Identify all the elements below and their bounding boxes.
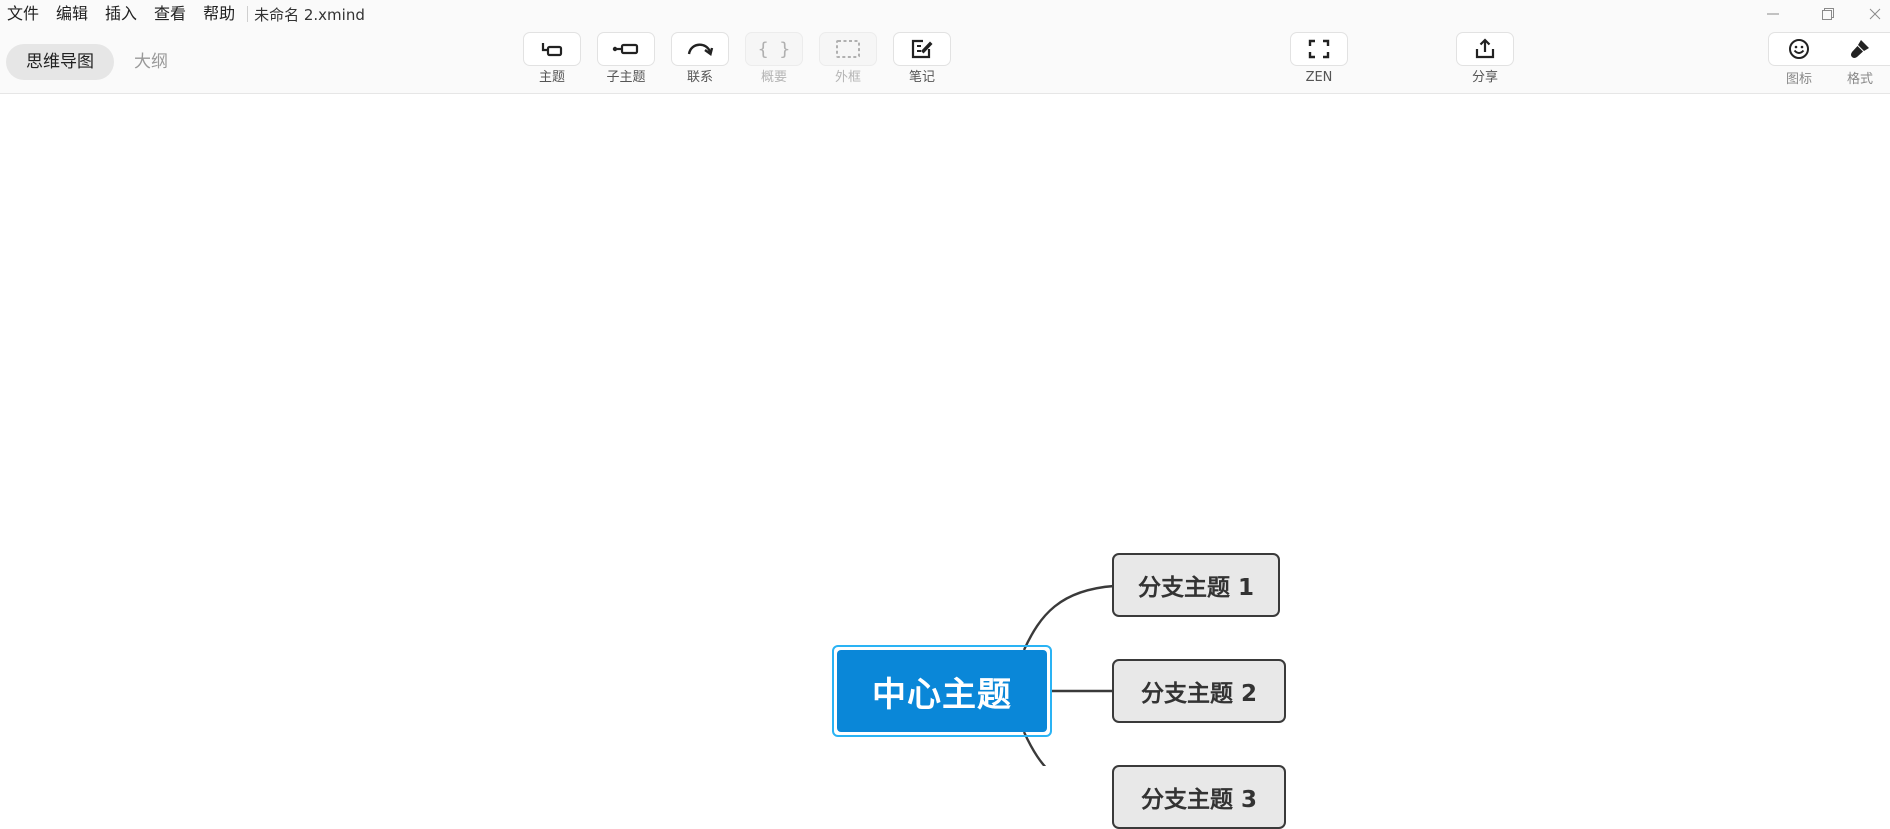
- central-topic-label: 中心主题: [837, 650, 1047, 732]
- relationship-label: 联系: [686, 70, 713, 85]
- icon-panel-label: 图标: [1785, 72, 1812, 87]
- paint-brush-icon: [1850, 40, 1869, 58]
- note-button[interactable]: [893, 32, 951, 66]
- share-label: 分享: [1471, 70, 1498, 85]
- close-icon: [1869, 8, 1881, 20]
- subtopic-label: 子主题: [606, 70, 646, 85]
- note-label: 笔记: [908, 70, 935, 85]
- share-button[interactable]: [1456, 32, 1514, 66]
- mindmap-canvas[interactable]: 中心主题 分支主题 1 分支主题 2 分支主题 3: [0, 95, 1890, 829]
- smiley-icon: [1789, 39, 1809, 59]
- boundary-icon: [836, 40, 860, 58]
- subtopic-icon: [612, 43, 639, 55]
- format-panel-button[interactable]: [1829, 32, 1890, 66]
- topic-tool[interactable]: 主题: [522, 32, 582, 86]
- zen-button[interactable]: [1290, 32, 1348, 66]
- close-window-button[interactable]: [1860, 0, 1890, 28]
- boundary-tool[interactable]: 外框: [818, 32, 878, 86]
- menu-divider: [247, 6, 249, 22]
- branch-topic-1[interactable]: 分支主题 1: [1112, 553, 1280, 617]
- connector-branch-1: [1022, 584, 1115, 651]
- menu-view[interactable]: 查看: [147, 0, 196, 28]
- tab-outline[interactable]: 大纲: [114, 44, 188, 80]
- tab-mindmap[interactable]: 思维导图: [6, 44, 114, 80]
- topic-label: 主题: [538, 70, 565, 85]
- summary-label: 概要: [760, 70, 787, 85]
- branch-topic-3[interactable]: 分支主题 3: [1112, 765, 1286, 829]
- relationship-button[interactable]: [671, 32, 729, 66]
- note-tool[interactable]: 笔记: [892, 32, 952, 86]
- format-panel-label: 格式: [1846, 72, 1873, 87]
- zen-label: ZEN: [1305, 70, 1333, 85]
- view-switch: 思维导图 大纲: [6, 44, 188, 80]
- summary-braces-icon: { }: [759, 39, 789, 60]
- toolbar: 思维导图 大纲 主题 子主题 联系 {} 概要 外框 笔记 ZEN 分享 图标…: [0, 28, 1890, 94]
- minimize-button[interactable]: [1750, 0, 1796, 28]
- share-icon: [1475, 38, 1495, 59]
- minimize-icon: [1767, 13, 1779, 15]
- boundary-label: 外框: [834, 70, 861, 85]
- subtopic-button[interactable]: [597, 32, 655, 66]
- fullscreen-icon: [1308, 39, 1330, 59]
- subtopic-tool[interactable]: 子主题: [596, 32, 656, 86]
- document-title: 未命名 2.xmind: [254, 5, 365, 24]
- format-panel-tool[interactable]: 格式: [1829, 32, 1890, 88]
- summary-button[interactable]: { }: [745, 32, 803, 66]
- restore-icon: [1822, 8, 1834, 20]
- restore-button[interactable]: [1805, 0, 1851, 28]
- connector-branch-3: [1022, 731, 1047, 766]
- note-icon: [911, 39, 933, 59]
- icon-panel-tool[interactable]: 图标: [1768, 32, 1830, 88]
- share-tool[interactable]: 分享: [1455, 32, 1515, 86]
- relationship-tool[interactable]: 联系: [670, 32, 730, 86]
- topic-button[interactable]: [523, 32, 581, 66]
- central-topic[interactable]: 中心主题: [832, 645, 1052, 737]
- topic-icon: [541, 43, 563, 57]
- relationship-icon: [687, 43, 714, 57]
- menu-file[interactable]: 文件: [0, 0, 49, 28]
- icon-panel-button[interactable]: [1768, 32, 1830, 66]
- boundary-button[interactable]: [819, 32, 877, 66]
- summary-tool[interactable]: { } 概要: [744, 32, 804, 86]
- menu-help[interactable]: 帮助: [196, 0, 245, 28]
- svg-text:{ }: { }: [759, 39, 789, 60]
- menu-edit[interactable]: 编辑: [49, 0, 98, 28]
- menu-insert[interactable]: 插入: [98, 0, 147, 28]
- branch-topic-2[interactable]: 分支主题 2: [1112, 659, 1286, 723]
- menu-bar: 文件 编辑 插入 查看 帮助 未命名 2.xmind: [0, 0, 1890, 28]
- zen-tool[interactable]: ZEN: [1289, 32, 1349, 86]
